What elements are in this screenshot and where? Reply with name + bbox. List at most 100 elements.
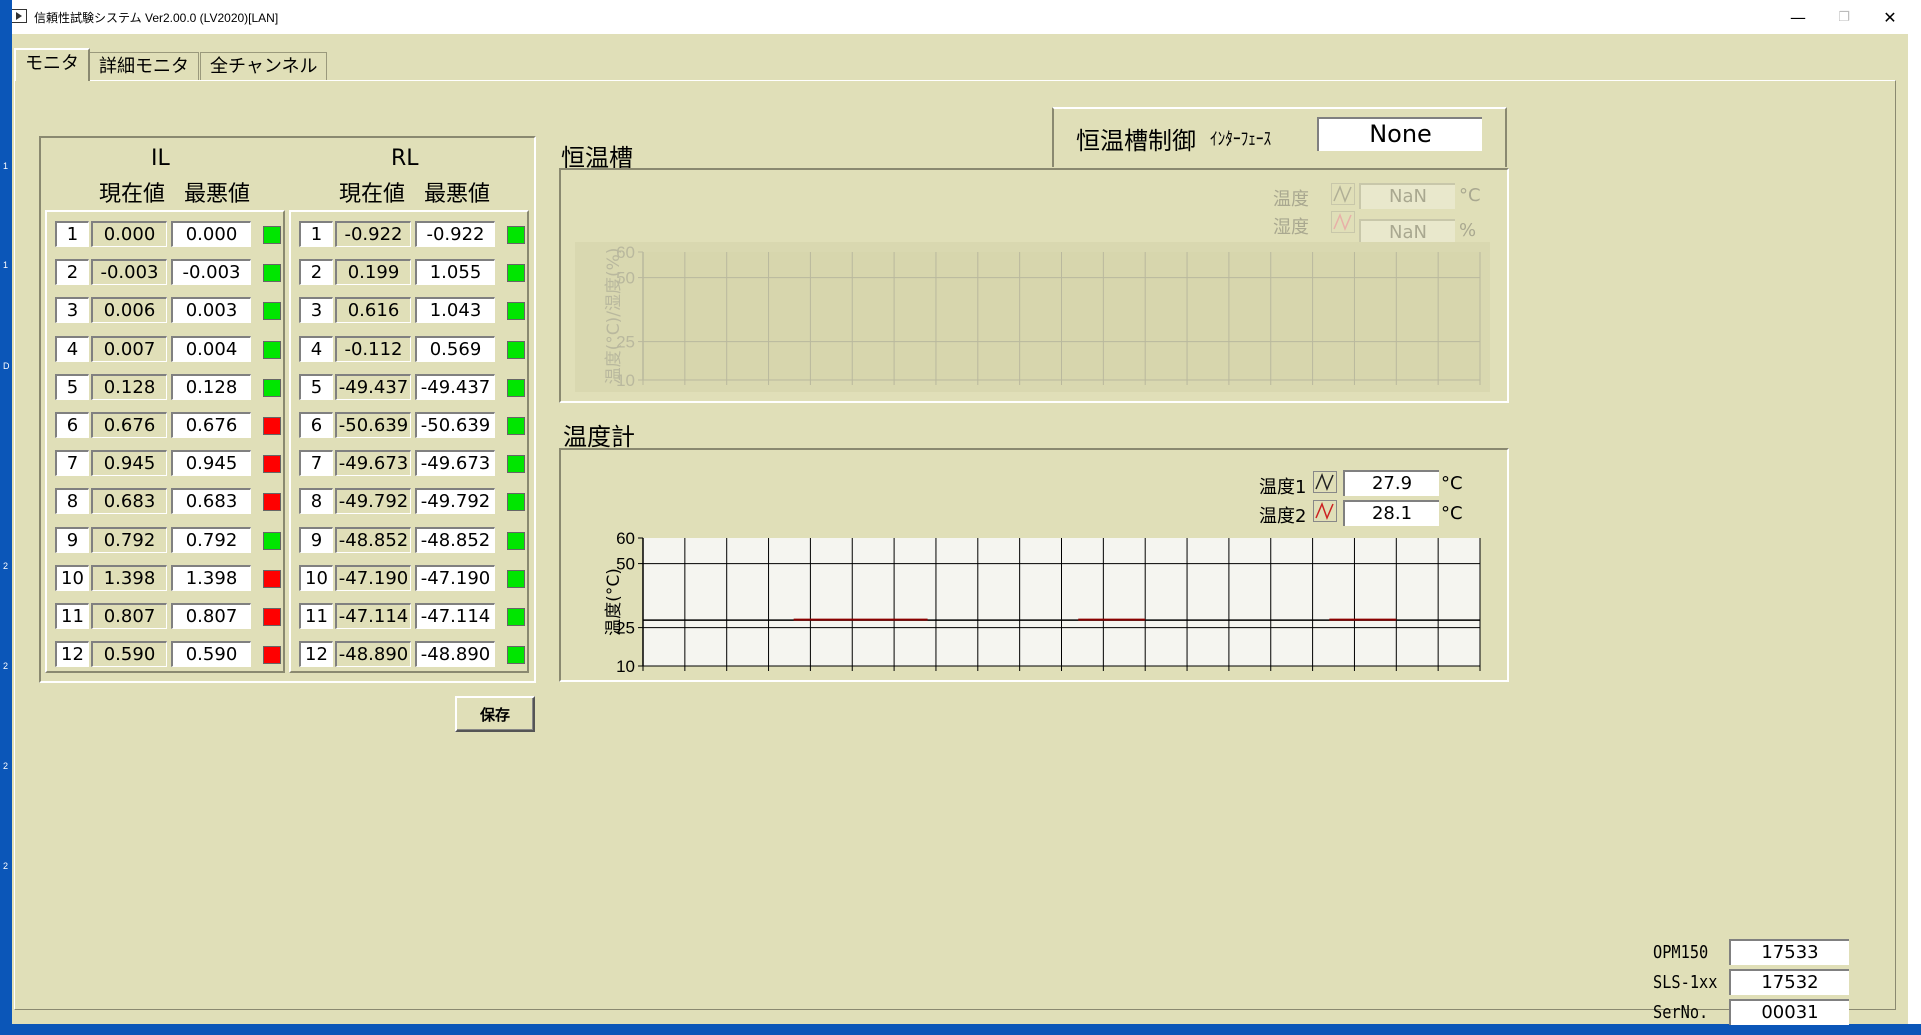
il-row: 2 -0.003 -0.003	[51, 256, 283, 288]
il-row: 5 0.128 0.128	[51, 371, 283, 403]
il-group: 1 0.000 0.000 2 -0.003 -0.003 3 0.006 0.003 4 0.00…	[45, 210, 285, 673]
close-button[interactable]: ✕	[1867, 0, 1913, 34]
chamber-temp-label: 温度	[1273, 189, 1309, 210]
chamber-humidity-swatch-icon[interactable]	[1331, 211, 1355, 233]
il-channel-number: 8	[55, 488, 89, 515]
opm150-label: OPM150	[1653, 942, 1709, 963]
sls-value: 17532	[1729, 969, 1849, 995]
sls-label: SLS-1xx	[1653, 972, 1718, 993]
edge-mark: 2	[3, 561, 9, 571]
rl-worst-value: 0.569	[415, 335, 495, 362]
edge-mark: 1	[3, 161, 9, 171]
il-current-value: 0.683	[91, 488, 167, 515]
il-current-value: 0.676	[91, 412, 167, 438]
il-worst-value: 0.792	[171, 526, 251, 553]
il-worst-value: -0.003	[171, 259, 251, 286]
il-worst-value: 0.683	[171, 488, 251, 515]
client-area: モニタ 詳細モニタ 全チャンネル IL 現在値 最悪値 RL 現在値 最悪値 1…	[12, 34, 1908, 1025]
il-row: 6 0.676 0.676	[51, 409, 283, 441]
rl-row: 7 -49.673 -49.673	[295, 447, 527, 479]
edge-mark: 2	[3, 761, 9, 771]
rl-status-led	[507, 608, 525, 626]
temp1-swatch-icon[interactable]	[1313, 471, 1337, 493]
tab-detail-monitor[interactable]: 詳細モニタ	[89, 52, 199, 80]
temp2-value: 28.1	[1343, 500, 1439, 526]
il-current-header: 現在値	[99, 182, 166, 207]
rl-worst-value: 1.043	[415, 297, 495, 324]
chamber-temp-swatch-icon[interactable]	[1331, 183, 1355, 205]
rl-current-value: -48.890	[335, 641, 411, 668]
rl-current-value: -47.190	[335, 564, 411, 591]
chamber-chart-panel: 温度 NaN °C 湿度 NaN % 60 50 25 10 温度(°C)/湿度(%)	[559, 168, 1509, 403]
rl-current-value: -0.112	[335, 335, 411, 362]
il-channel-number: 11	[55, 603, 89, 629]
il-status-led	[263, 302, 281, 321]
rl-row: 11 -47.114 -47.114	[295, 600, 527, 632]
il-row: 9 0.792 0.792	[51, 524, 283, 556]
il-worst-value: 1.398	[171, 564, 251, 591]
save-button[interactable]: 保存	[455, 696, 535, 732]
temp1-unit: °C	[1441, 473, 1463, 494]
rl-status-led	[507, 646, 525, 665]
il-current-value: 0.000	[91, 221, 167, 247]
window-title: 信頼性試験システム Ver2.00.0 (LV2020)[LAN]	[34, 11, 279, 25]
maximize-button[interactable]: ❐	[1821, 0, 1867, 34]
serno-label: SerNo.	[1653, 1002, 1709, 1023]
rl-current-value: -50.639	[335, 412, 411, 438]
tab-monitor[interactable]: モニタ	[14, 48, 90, 81]
serno-value: 00031	[1729, 999, 1849, 1025]
il-worst-value: 0.128	[171, 373, 251, 400]
il-current-value: 0.128	[91, 373, 167, 400]
il-worst-value: 0.003	[171, 297, 251, 324]
il-worst-value: 0.590	[171, 641, 251, 668]
rl-worst-value: -48.890	[415, 641, 495, 668]
il-current-value: -0.003	[91, 259, 167, 286]
il-status-led	[263, 378, 281, 397]
rl-worst-value: -49.792	[415, 488, 495, 515]
tab-all-channels[interactable]: 全チャンネル	[200, 52, 328, 80]
rl-channel-number: 4	[299, 335, 333, 362]
il-row: 3 0.006 0.003	[51, 294, 283, 326]
rl-channel-number: 6	[299, 412, 333, 438]
rl-current-value: -0.922	[335, 221, 411, 247]
rl-row: 4 -0.112 0.569	[295, 333, 527, 365]
il-current-value: 0.007	[91, 335, 167, 362]
chamber-control-panel: 恒温槽制御 ｲﾝﾀｰﾌｪｰｽ None	[1052, 107, 1507, 167]
opm150-value: 17533	[1729, 939, 1849, 965]
edge-mark: 2	[3, 861, 9, 871]
il-worst-value: 0.945	[171, 450, 251, 477]
il-current-value: 0.807	[91, 603, 167, 629]
rl-group: 1 -0.922 -0.922 2 0.199 1.055 3 0.616 1.043 4 -0.1…	[289, 210, 529, 673]
il-channel-number: 6	[55, 412, 89, 438]
rl-channel-number: 12	[299, 641, 333, 668]
rl-row: 9 -48.852 -48.852	[295, 524, 527, 556]
il-channel-number: 2	[55, 259, 89, 286]
il-row: 7 0.945 0.945	[51, 447, 283, 479]
rl-channel-number: 2	[299, 259, 333, 286]
rl-status-led	[507, 378, 525, 397]
il-row: 12 0.590 0.590	[51, 638, 283, 670]
il-channel-number: 10	[55, 564, 89, 591]
title-bar: 信頼性試験システム Ver2.00.0 (LV2020)[LAN] — ❐ ✕	[0, 0, 1921, 34]
rl-worst-value: -49.673	[415, 450, 495, 477]
rl-row: 1 -0.922 -0.922	[295, 218, 527, 250]
temp2-swatch-icon[interactable]	[1313, 500, 1337, 522]
app-icon[interactable]	[11, 9, 27, 23]
il-status-led	[263, 646, 281, 665]
rl-row: 3 0.616 1.043	[295, 294, 527, 326]
il-channel-number: 1	[55, 221, 89, 247]
rl-current-value: -49.673	[335, 450, 411, 477]
il-status-led	[263, 493, 281, 512]
taskbar-edge	[0, 1024, 1921, 1035]
minimize-button[interactable]: —	[1775, 0, 1821, 34]
il-status-led	[263, 226, 281, 244]
rl-current-value: -49.437	[335, 373, 411, 400]
temp2-unit: °C	[1441, 503, 1463, 524]
rl-row: 10 -47.190 -47.190	[295, 562, 527, 594]
il-worst-value: 0.004	[171, 335, 251, 362]
interface-select[interactable]: None	[1317, 117, 1482, 151]
thermometer-chart-panel: 温度1 27.9 °C 温度2 28.1 °C 60 50 25 10 温度(°C)	[559, 448, 1509, 682]
il-row: 8 0.683 0.683	[51, 485, 283, 517]
rl-row: 12 -48.890 -48.890	[295, 638, 527, 670]
il-channel-number: 3	[55, 297, 89, 324]
